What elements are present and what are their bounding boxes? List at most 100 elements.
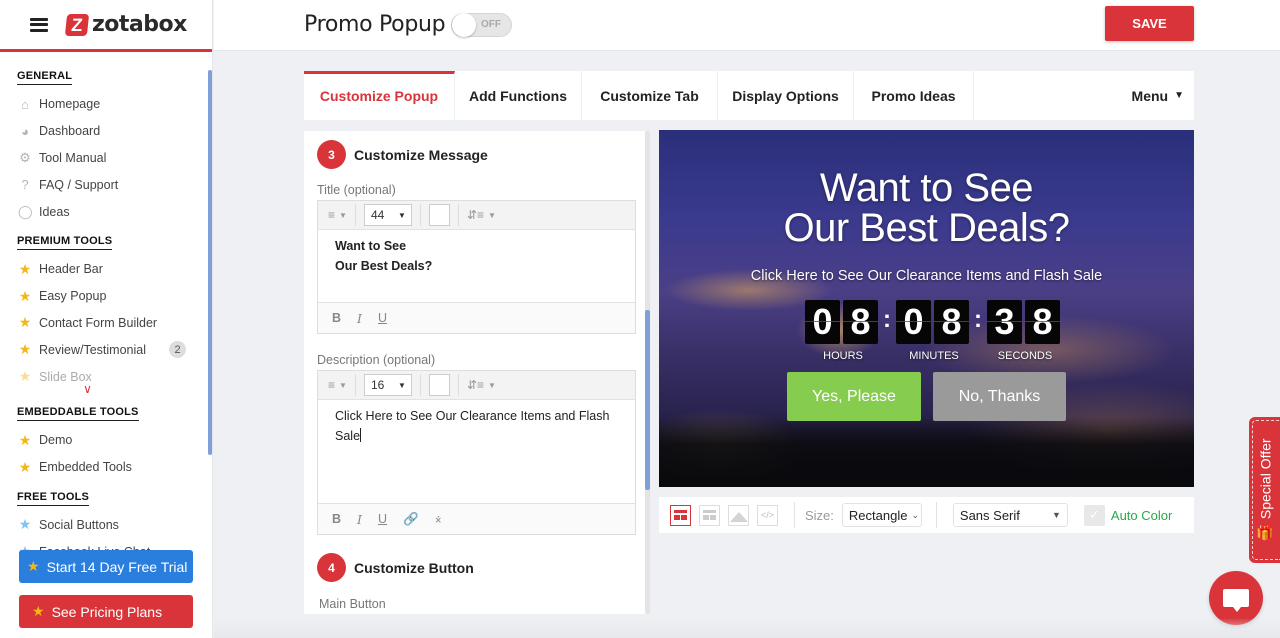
code-icon-glyph: </>	[760, 510, 774, 520]
toolbar-divider	[419, 374, 421, 396]
no-thanks-button[interactable]: No, Thanks	[933, 372, 1066, 421]
menu-label: Menu	[1131, 87, 1169, 104]
italic-button[interactable]: I	[357, 311, 362, 326]
sidebar-item-header-bar[interactable]: ★ Header Bar	[0, 256, 208, 283]
section-title-embeddable-tools: EMBEDDABLE TOOLS	[17, 406, 139, 421]
countdown-separator: :	[974, 306, 982, 333]
font-size-value: 16	[370, 378, 385, 392]
caret-down-icon: ▼	[488, 210, 496, 220]
sidebar-item-dashboard[interactable]: ◕ Dashboard	[0, 118, 208, 145]
sidebar-item-slide-box[interactable]: ★ Slide Box	[0, 363, 208, 390]
tab-display-options[interactable]: Display Options	[718, 71, 854, 120]
title-line: Want to See	[335, 239, 407, 253]
sidebar-item-review-testimonial[interactable]: ★ Review/Testimonial 2	[0, 336, 208, 363]
logo-text: zotabox	[92, 12, 187, 37]
sidebar-item-label: Contact Form Builder	[39, 315, 158, 330]
star-icon: ★	[32, 603, 45, 619]
star-icon: ★	[18, 368, 32, 385]
sidebar-item-ideas[interactable]: ◯ Ideas	[0, 198, 208, 225]
background-image-overlay	[659, 417, 1194, 487]
logo-mark-icon: Z	[64, 13, 90, 36]
underline-button[interactable]: U	[378, 512, 387, 526]
toolbar-divider	[794, 502, 795, 528]
countdown-label: SECONDS	[997, 350, 1053, 362]
preview-title: Want to See Our Best Deals?	[659, 168, 1194, 248]
layout-stacked-icon[interactable]	[699, 504, 720, 526]
tab-bar: Customize Popup Add Functions Customize …	[304, 71, 1194, 120]
step-number: 4	[317, 553, 346, 582]
sidebar-item-embedded-tools[interactable]: ★ Embedded Tools	[0, 454, 208, 481]
yes-please-button[interactable]: Yes, Please	[787, 372, 921, 421]
bold-button[interactable]: B	[332, 512, 341, 526]
zotabox-logo[interactable]: Z zotabox	[64, 12, 187, 37]
step-customize-button: 4 Customize Button	[317, 553, 474, 582]
sidebar-item-label: FAQ / Support	[39, 177, 119, 192]
editor-scrollbar-thumb[interactable]	[645, 310, 650, 490]
align-dropdown[interactable]: ≡ ▼	[328, 208, 347, 222]
step-number: 3	[317, 140, 346, 169]
unlink-icon[interactable]: ⨰	[435, 511, 442, 527]
countdown-separator: :	[883, 306, 891, 333]
tab-customize-tab[interactable]: Customize Tab	[582, 71, 718, 120]
italic-button[interactable]: I	[357, 512, 362, 527]
countdown-seconds: 3 8 SECONDS	[987, 300, 1063, 362]
countdown-digit: 8	[1025, 300, 1060, 344]
line-height-icon: ⇵≡	[466, 378, 484, 392]
title-input[interactable]: Want to See Our Best Deals?	[318, 230, 635, 302]
layout-split-icon[interactable]	[670, 504, 691, 526]
tab-customize-popup[interactable]: Customize Popup	[304, 71, 455, 120]
gift-icon: 🎁	[1255, 524, 1274, 541]
question-icon: ?	[21, 177, 29, 193]
link-icon[interactable]: 🔗	[403, 511, 419, 527]
sidebar-item-label: Slide Box	[39, 369, 92, 384]
size-label: Size:	[805, 507, 834, 523]
sidebar-item-tool-manual[interactable]: ⚙ Tool Manual	[0, 145, 208, 172]
step-title: Customize Button	[354, 559, 474, 576]
see-pricing-plans-button[interactable]: ★ See Pricing Plans	[19, 595, 193, 628]
description-input[interactable]: Click Here to See Our Clearance Items an…	[318, 400, 635, 503]
line-height-dropdown[interactable]: ⇵≡ ▼	[467, 208, 496, 222]
sidebar-item-label: Demo	[39, 433, 73, 448]
sidebar-item-homepage[interactable]: ⌂ Homepage	[0, 91, 208, 118]
enable-toggle[interactable]: OFF	[451, 13, 512, 37]
sidebar-item-faq-support[interactable]: ? FAQ / Support	[0, 171, 208, 198]
code-icon[interactable]: </>	[757, 504, 778, 526]
hamburger-menu-icon[interactable]	[30, 17, 48, 32]
sidebar-item-contact-form-builder[interactable]: ★ Contact Form Builder	[0, 310, 208, 337]
auto-color-label[interactable]: Auto Color	[1111, 508, 1172, 523]
countdown-digit: 8	[843, 300, 878, 344]
tab-add-functions[interactable]: Add Functions	[455, 71, 582, 120]
menu-dropdown[interactable]: Menu ▼	[974, 71, 1194, 120]
size-value: Rectangle	[848, 507, 908, 523]
live-chat-button[interactable]	[1209, 571, 1263, 625]
save-button[interactable]: SAVE	[1105, 6, 1194, 41]
font-family-select[interactable]: Sans Serif ▼	[952, 503, 1068, 527]
start-free-trial-label: Start 14 Day Free Trial	[46, 558, 188, 575]
popup-preview: Want to See Our Best Deals? Click Here t…	[659, 130, 1194, 487]
bold-button[interactable]: B	[332, 311, 341, 325]
sidebar-item-easy-popup[interactable]: ★ Easy Popup	[0, 283, 208, 310]
image-icon[interactable]	[728, 504, 749, 526]
sidebar-item-social-buttons[interactable]: ★ Social Buttons	[0, 512, 208, 539]
auto-color-checkbox[interactable]: ✓	[1083, 504, 1105, 526]
special-offer-tab[interactable]: 🎁 Special Offer	[1249, 417, 1280, 563]
line-height-dropdown[interactable]: ⇵≡ ▼	[467, 378, 496, 392]
start-free-trial-button[interactable]: ★ Start 14 Day Free Trial	[19, 550, 193, 583]
align-dropdown[interactable]: ≡ ▼	[328, 378, 347, 392]
underline-button[interactable]: U	[378, 311, 387, 325]
sidebar-scrollbar[interactable]	[208, 70, 212, 455]
sidebar-item-label: Header Bar	[39, 262, 103, 277]
preview-description: Click Here to See Our Clearance Items an…	[750, 268, 1103, 284]
size-select[interactable]: Rectangle ⌄	[841, 503, 922, 527]
sidebar-item-label: Easy Popup	[39, 289, 107, 304]
text-color-picker[interactable]	[428, 204, 450, 226]
countdown-label: MINUTES	[909, 350, 959, 362]
align-center-icon: ≡	[328, 208, 336, 222]
countdown-timer: 0 8 HOURS : 0 8 MINUTES : 3 8 SECONDS	[805, 300, 1063, 362]
tab-promo-ideas[interactable]: Promo Ideas	[854, 71, 974, 120]
sidebar-item-demo[interactable]: ★ Demo	[0, 427, 208, 454]
font-size-select[interactable]: 44 ▼	[363, 204, 412, 226]
text-color-picker[interactable]	[428, 374, 450, 396]
title-format-bar: B I U	[318, 302, 635, 333]
font-size-select[interactable]: 16 ▼	[363, 374, 412, 396]
